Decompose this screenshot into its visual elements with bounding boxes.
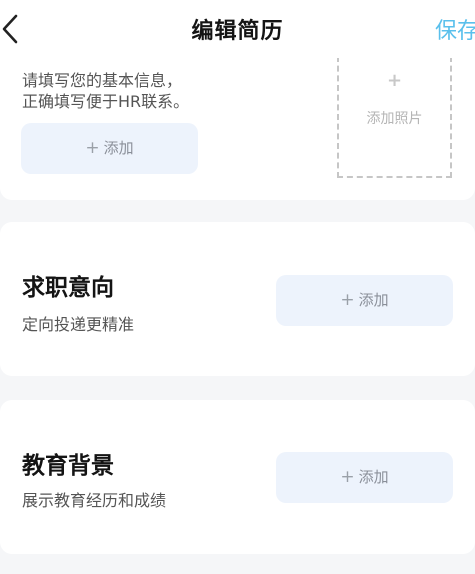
education-card: 教育背景 展示教育经历和成绩 + 添加 <box>0 400 475 554</box>
basic-info-desc-line1: 请填写您的基本信息， <box>22 71 183 90</box>
basic-info-card: 请填写您的基本信息， 正确填写便于HR联系。 + 添加 + 添加照片 <box>0 40 475 200</box>
plus-icon: + <box>386 70 403 91</box>
add-photo-label: 添加照片 <box>366 111 423 127</box>
plus-icon: + <box>85 138 100 158</box>
plus-icon: + <box>340 290 355 310</box>
add-job-intent-button[interactable]: + 添加 <box>276 275 453 326</box>
plus-icon: + <box>340 467 355 487</box>
add-basic-info-button[interactable]: + 添加 <box>21 123 198 174</box>
add-photo-box[interactable]: + 添加照片 <box>337 56 452 178</box>
add-job-intent-label: 添加 <box>358 291 389 309</box>
education-subtitle: 展示教育经历和成绩 <box>22 491 167 510</box>
top-nav-bar: 编辑简历 保存 <box>0 0 475 58</box>
job-intent-subtitle: 定向投递更精准 <box>22 315 135 334</box>
page-title: 编辑简历 <box>191 19 284 44</box>
save-button[interactable]: 保存 <box>435 13 475 45</box>
basic-info-desc-line2: 正确填写便于HR联系。 <box>22 92 190 111</box>
add-basic-info-label: 添加 <box>103 139 134 157</box>
add-education-button[interactable]: + 添加 <box>276 452 453 503</box>
education-title: 教育背景 <box>22 453 114 479</box>
add-education-label: 添加 <box>358 468 389 486</box>
basic-info-description: 请填写您的基本信息， 正确填写便于HR联系。 <box>22 70 322 112</box>
job-intent-title: 求职意向 <box>22 275 114 301</box>
job-intent-card: 求职意向 定向投递更精准 + 添加 <box>0 222 475 376</box>
